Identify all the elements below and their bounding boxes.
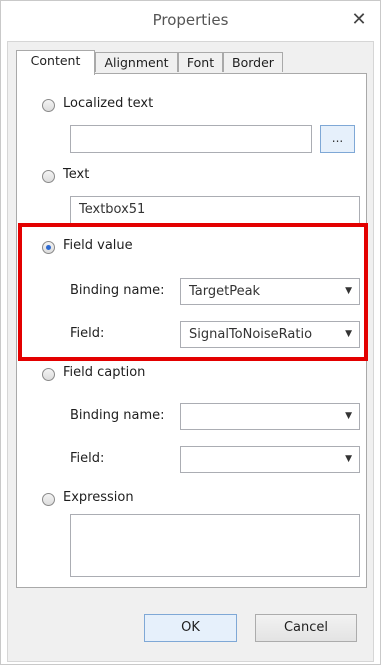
field-value-field-label: Field: (70, 326, 105, 341)
ok-button[interactable]: OK (144, 614, 237, 642)
expression-input[interactable] (70, 514, 360, 577)
localized-text-browse-button[interactable]: ... (320, 125, 355, 153)
expression-radio[interactable] (42, 493, 55, 506)
localized-text-label: Localized text (63, 96, 154, 111)
field-value-label: Field value (63, 238, 133, 253)
field-caption-field-dropdown[interactable]: ▼ (180, 446, 360, 473)
field-value-binding-label: Binding name: (70, 283, 165, 298)
localized-text-radio[interactable] (42, 99, 55, 112)
cancel-button[interactable]: Cancel (255, 614, 357, 642)
tab-font[interactable]: Font (178, 52, 223, 72)
dialog-title: Properties (152, 11, 229, 29)
dialog-body: Content Alignment Font Border Localized … (7, 41, 374, 662)
text-input[interactable]: Textbox51 (70, 196, 360, 224)
chevron-down-icon: ▼ (345, 411, 352, 421)
field-caption-label: Field caption (63, 365, 146, 380)
chevron-down-icon: ▼ (345, 286, 352, 296)
field-caption-binding-dropdown[interactable]: ▼ (180, 403, 360, 430)
text-radio[interactable] (42, 170, 55, 183)
properties-dialog: Properties ✕ Content Alignment Font Bord… (0, 0, 381, 665)
tab-border[interactable]: Border (223, 52, 283, 72)
field-caption-field-label: Field: (70, 451, 105, 466)
field-value-binding-value: TargetPeak (189, 284, 261, 299)
tab-content[interactable]: Content (16, 50, 95, 75)
field-value-radio[interactable] (42, 241, 55, 254)
field-value-field-dropdown[interactable]: SignalToNoiseRatio ▼ (180, 321, 360, 348)
expression-label: Expression (63, 490, 134, 505)
field-caption-radio[interactable] (42, 368, 55, 381)
field-value-binding-dropdown[interactable]: TargetPeak ▼ (180, 278, 360, 305)
field-value-field-value: SignalToNoiseRatio (189, 327, 313, 342)
content-panel: Localized text ... Text Textbox51 Field … (16, 73, 367, 588)
localized-text-input[interactable] (70, 125, 312, 153)
field-caption-binding-label: Binding name: (70, 408, 165, 423)
chevron-down-icon: ▼ (345, 454, 352, 464)
title-bar: Properties ✕ (1, 1, 380, 41)
chevron-down-icon: ▼ (345, 329, 352, 339)
close-icon[interactable]: ✕ (348, 9, 370, 31)
tab-alignment[interactable]: Alignment (95, 52, 178, 72)
text-label: Text (63, 167, 90, 182)
